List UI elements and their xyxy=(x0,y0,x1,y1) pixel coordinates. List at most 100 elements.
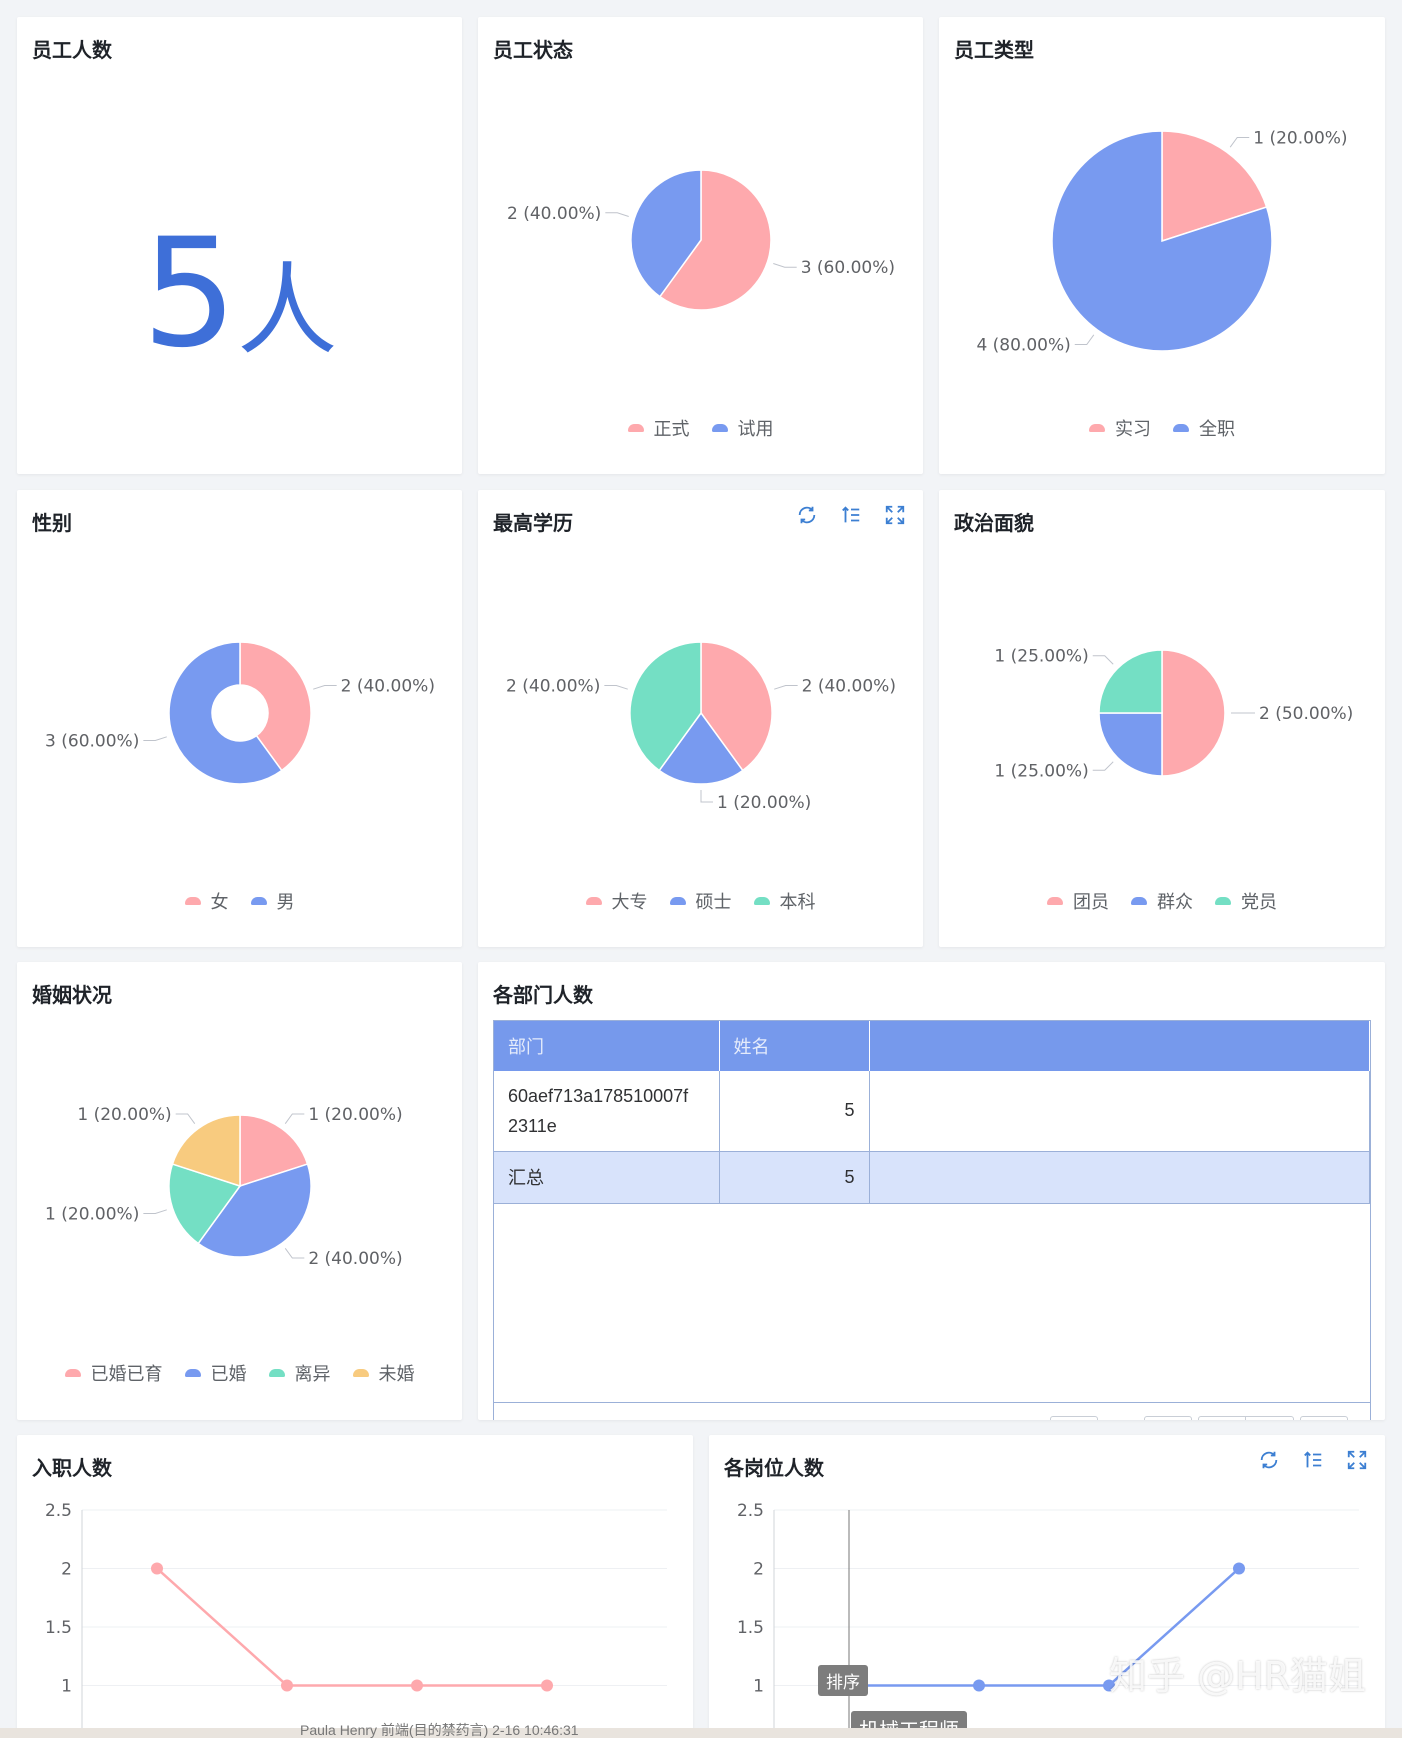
card-political: 政治面貌 2 (50.00%) 1 (25.00%) 1 (25.00%) 团员 群众… xyxy=(939,490,1385,947)
legend-item[interactable]: 已婚已育 xyxy=(64,1360,163,1386)
department-table: 部门 姓名 60aef713a178510007f 2311e 5 汇总 5 xyxy=(493,1020,1371,1403)
pie-label: 2 (40.00%) xyxy=(802,676,896,696)
legend-item[interactable]: 男 xyxy=(250,888,295,914)
marriage-pie-chart[interactable]: 1 (20.00%) 2 (40.00%) 1 (20.00%) 1 (20.00%) xyxy=(17,962,462,1420)
legend: 大专 硕士 本科 xyxy=(478,888,923,914)
card-onboarding: 入职人数 2.5 2 1.5 1 xyxy=(17,1435,693,1738)
legend-marker-icon xyxy=(268,1369,285,1377)
pie-label: 1 (20.00%) xyxy=(308,1105,402,1125)
pie-label: 2 (40.00%) xyxy=(308,1249,402,1269)
legend-item[interactable]: 全职 xyxy=(1173,415,1235,441)
legend-item[interactable]: 大专 xyxy=(585,888,648,914)
legend-label: 正式 xyxy=(653,419,690,439)
legend-label: 未婚 xyxy=(378,1364,415,1384)
label-line xyxy=(774,684,798,690)
data-point[interactable] xyxy=(151,1562,163,1575)
data-point[interactable] xyxy=(541,1679,553,1692)
legend-label: 本科 xyxy=(779,892,816,912)
summary-row: 汇总 5 xyxy=(494,1150,1370,1204)
table-row[interactable]: 60aef713a178510007f 2311e 5 xyxy=(494,1071,1370,1151)
label-line xyxy=(284,1248,305,1259)
headcount-number: 5 xyxy=(141,207,238,381)
label-line xyxy=(175,1113,196,1124)
legend-item[interactable]: 团员 xyxy=(1047,888,1109,914)
card-type: 员工类型 1 (20.00%) 4 (80.00%) 实习 全职 xyxy=(939,17,1385,474)
data-point[interactable] xyxy=(281,1679,293,1692)
legend-label: 全职 xyxy=(1199,419,1235,439)
first-page-button[interactable] xyxy=(1144,1416,1192,1420)
legend: 已婚已育 已婚 离异 未婚 xyxy=(17,1360,462,1386)
legend-label: 实习 xyxy=(1115,419,1151,439)
legend-marker-icon xyxy=(184,897,201,905)
pie-slice-团员[interactable] xyxy=(1161,649,1226,777)
onboarding-line-chart[interactable]: 2.5 2 1.5 1 xyxy=(17,1435,693,1738)
legend-label: 女 xyxy=(210,892,229,912)
legend-marker-icon xyxy=(711,424,728,432)
label-line xyxy=(1092,761,1114,771)
dept-cell: 60aef713a178510007f 2311e xyxy=(494,1071,720,1151)
y-tick-label: 1 xyxy=(753,1676,764,1696)
card-education: 最高学历 2 (40.00%) 1 (20.00%) 2 (40.00%) 大专 硕士… xyxy=(478,490,923,947)
status-pie-chart[interactable]: 3 (60.00%) 2 (40.00%) xyxy=(478,17,923,474)
legend-label: 离异 xyxy=(294,1364,331,1384)
legend-item[interactable]: 本科 xyxy=(753,888,816,914)
legend-marker-icon xyxy=(184,1369,201,1377)
legend-item[interactable]: 未婚 xyxy=(352,1360,415,1386)
data-point[interactable] xyxy=(973,1679,985,1692)
legend-item[interactable]: 实习 xyxy=(1089,415,1151,441)
next-page-button[interactable] xyxy=(1246,1416,1294,1420)
card-title: 员工人数 xyxy=(32,40,112,62)
y-tick-label: 2 xyxy=(753,1559,764,1579)
legend-item[interactable]: 党员 xyxy=(1215,888,1277,914)
bottom-strip: Paula Henry 前端(目的禁药言) 2-16 10:46:31 xyxy=(0,1722,1402,1738)
column-header-empty xyxy=(869,1021,1370,1071)
y-tick-label: 1 xyxy=(61,1676,72,1696)
legend-marker-icon xyxy=(753,897,770,905)
last-page-button[interactable] xyxy=(1300,1416,1348,1420)
legend-item[interactable]: 硕士 xyxy=(669,888,732,914)
political-pie-chart[interactable]: 2 (50.00%) 1 (25.00%) 1 (25.00%) xyxy=(939,490,1385,947)
card-department: 各部门人数 部门 姓名 60aef713a178510007f 2311e 5 xyxy=(478,962,1385,1420)
legend-label: 试用 xyxy=(737,419,774,439)
prev-page-button[interactable] xyxy=(1198,1416,1246,1420)
pie-label: 1 (20.00%) xyxy=(77,1105,171,1125)
legend-item[interactable]: 试用 xyxy=(711,415,774,441)
empty-cell xyxy=(869,1071,1370,1151)
legend-label: 团员 xyxy=(1073,892,1109,912)
label-line xyxy=(773,263,797,268)
pie-label: 3 (60.00%) xyxy=(801,258,895,278)
label-line xyxy=(1229,136,1250,148)
legend-item[interactable]: 已婚 xyxy=(184,1360,247,1386)
legend-marker-icon xyxy=(352,1369,369,1377)
watermark: 知乎 @HR猫姐 xyxy=(1108,1654,1366,1698)
prev-next-group xyxy=(1198,1416,1294,1420)
dept-id-line2: 2311e xyxy=(508,1115,557,1136)
headcount-unit: 人 xyxy=(237,252,338,369)
type-pie-chart[interactable]: 1 (20.00%) 4 (80.00%) xyxy=(939,17,1385,474)
legend-item[interactable]: 女 xyxy=(184,888,229,914)
education-pie-chart[interactable]: 2 (40.00%) 1 (20.00%) 2 (40.00%) xyxy=(478,490,923,947)
sort-tooltip: 排序 xyxy=(818,1665,868,1696)
column-header-dept[interactable]: 部门 xyxy=(494,1021,720,1071)
bottom-strip-text: Paula Henry 前端(目的禁药言) 2-16 10:46:31 xyxy=(300,1722,579,1738)
data-point[interactable] xyxy=(1233,1562,1245,1575)
pie-label: 4 (80.00%) xyxy=(976,336,1070,356)
legend-item[interactable]: 群众 xyxy=(1131,888,1193,914)
label-line xyxy=(284,1113,305,1124)
legend-item[interactable]: 正式 xyxy=(627,415,690,441)
page-input[interactable]: 1 xyxy=(1050,1416,1098,1420)
y-tick-label: 1.5 xyxy=(737,1618,764,1638)
legend-label: 已婚 xyxy=(210,1364,247,1384)
summary-count: 5 xyxy=(719,1150,870,1204)
pie-label: 2 (40.00%) xyxy=(506,676,600,696)
data-point[interactable] xyxy=(411,1679,423,1692)
pie-label: 1 (20.00%) xyxy=(1253,128,1347,148)
legend-marker-icon xyxy=(1047,897,1063,905)
gender-donut-chart[interactable]: 2 (40.00%) 3 (60.00%) xyxy=(17,490,462,947)
label-line xyxy=(605,212,629,217)
legend-label: 已婚已育 xyxy=(90,1364,163,1384)
pie-label: 1 (20.00%) xyxy=(45,1205,139,1225)
legend-marker-icon xyxy=(1173,424,1189,432)
column-header-name[interactable]: 姓名 xyxy=(719,1021,870,1071)
legend-item[interactable]: 离异 xyxy=(268,1360,331,1386)
